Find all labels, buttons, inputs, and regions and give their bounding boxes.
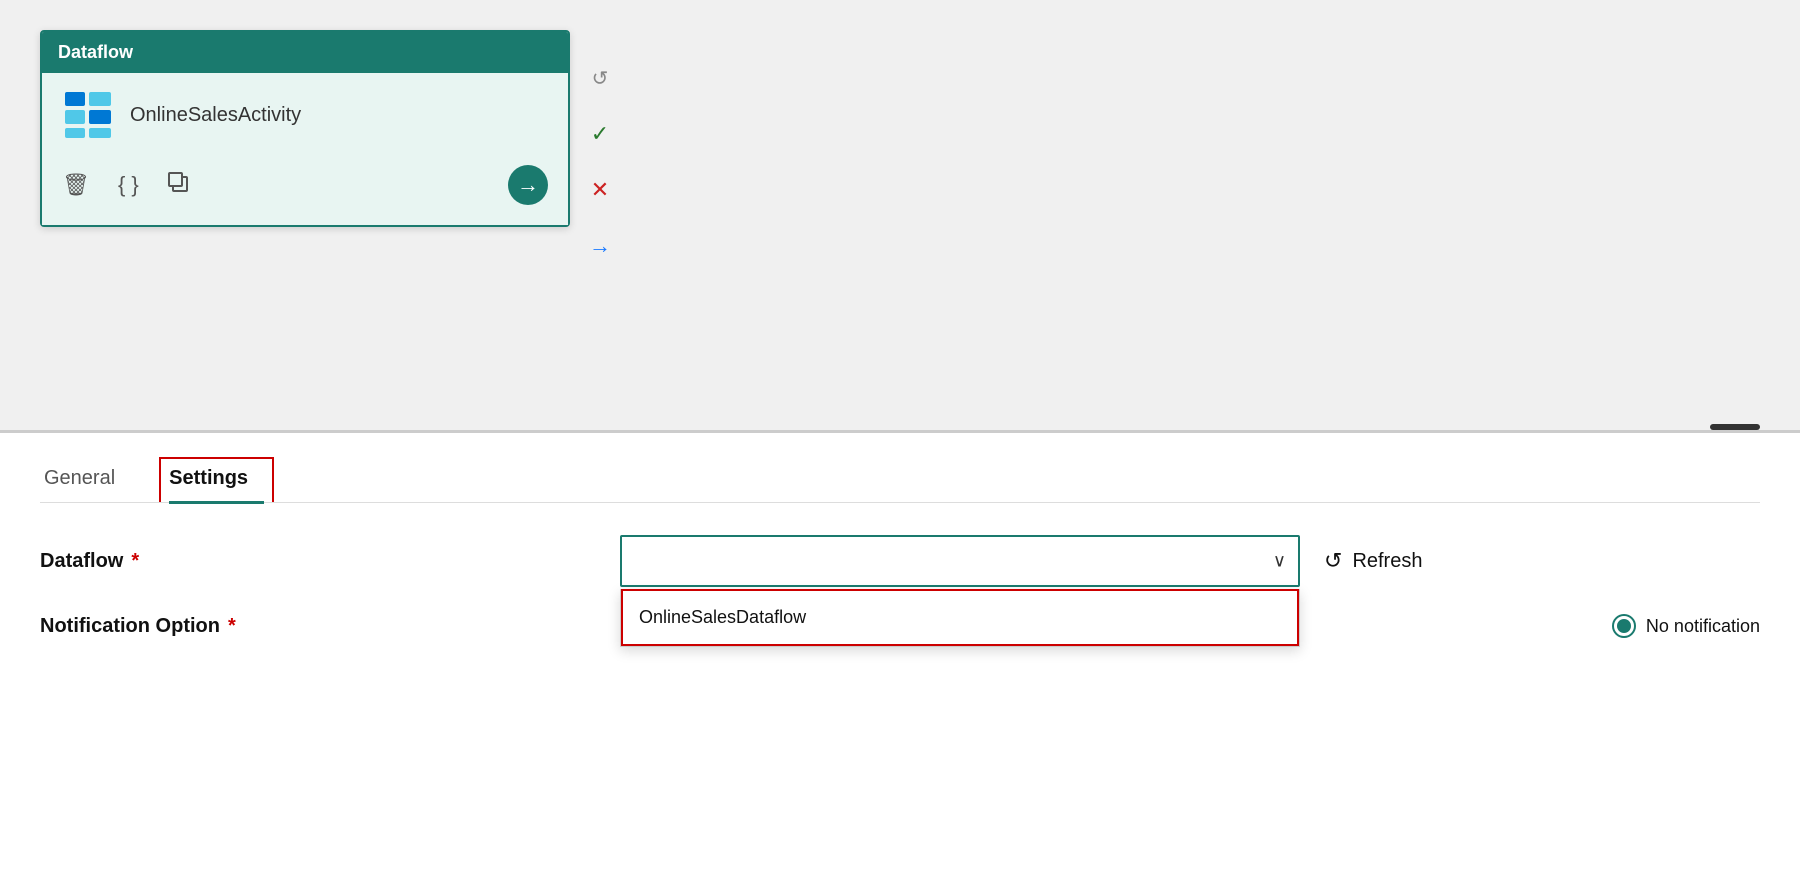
dataflow-required-star: * xyxy=(131,550,139,573)
card-body: OnlineSalesActivity 🗑 { } → xyxy=(42,73,568,225)
dataflow-label: Dataflow * xyxy=(40,550,300,573)
card-header: Dataflow xyxy=(42,32,568,73)
activity-name: OnlineSalesActivity xyxy=(130,104,301,127)
card-item: OnlineSalesActivity xyxy=(62,89,548,141)
refresh-button[interactable]: ↺ Refresh xyxy=(1324,548,1422,574)
tab-general-label: General xyxy=(44,467,115,489)
notification-required-star: * xyxy=(228,615,236,638)
x-toolbar-icon[interactable]: ✕ xyxy=(582,172,618,208)
no-notification-option[interactable]: No notification xyxy=(1612,614,1760,638)
refresh-icon: ↺ xyxy=(1324,548,1342,574)
grid-svg-icon xyxy=(63,90,113,140)
navigate-button[interactable]: → xyxy=(508,165,548,205)
divider-handle[interactable] xyxy=(1710,424,1760,430)
refresh-label: Refresh xyxy=(1352,550,1422,573)
card-title: Dataflow xyxy=(58,42,133,62)
tab-settings[interactable]: Settings xyxy=(159,457,274,502)
arrow-toolbar-icon[interactable]: → xyxy=(582,228,618,264)
no-notification-label: No notification xyxy=(1646,616,1760,637)
side-toolbar: ↺ ✓ ✕ → xyxy=(582,60,618,264)
dataflow-field-row: Dataflow * ∨ OnlineSalesDataflow ↺ Refre… xyxy=(40,535,1760,587)
code-icon[interactable]: { } xyxy=(118,172,139,198)
dataflow-dropdown-popup: OnlineSalesDataflow xyxy=(620,589,1300,647)
redo-toolbar-icon[interactable]: ↺ xyxy=(582,60,618,96)
dataflow-dropdown-wrapper: ∨ OnlineSalesDataflow xyxy=(620,535,1300,587)
no-notification-radio-button[interactable] xyxy=(1612,614,1636,638)
notification-option-label: Notification Option * xyxy=(40,615,300,638)
dataflow-node-card[interactable]: Dataflow OnlineSalesActivity xyxy=(40,30,570,227)
canvas-area: Dataflow OnlineSalesActivity xyxy=(0,0,1800,430)
check-toolbar-icon[interactable]: ✓ xyxy=(582,116,618,152)
card-actions: 🗑 { } → xyxy=(62,157,548,205)
tabs-bar: General Settings xyxy=(40,433,1760,503)
no-notification-radio-inner xyxy=(1617,619,1631,633)
bottom-panel: General Settings Dataflow * ∨ OnlineSale… xyxy=(0,433,1800,874)
dataflow-dropdown[interactable] xyxy=(620,535,1300,587)
dropdown-option-online-sales-dataflow[interactable]: OnlineSalesDataflow xyxy=(621,589,1299,646)
copy-icon[interactable] xyxy=(167,171,189,199)
delete-icon[interactable]: 🗑 xyxy=(62,172,90,198)
tab-general[interactable]: General xyxy=(40,457,143,502)
tab-settings-label: Settings xyxy=(169,467,248,489)
dataflow-icon xyxy=(62,89,114,141)
